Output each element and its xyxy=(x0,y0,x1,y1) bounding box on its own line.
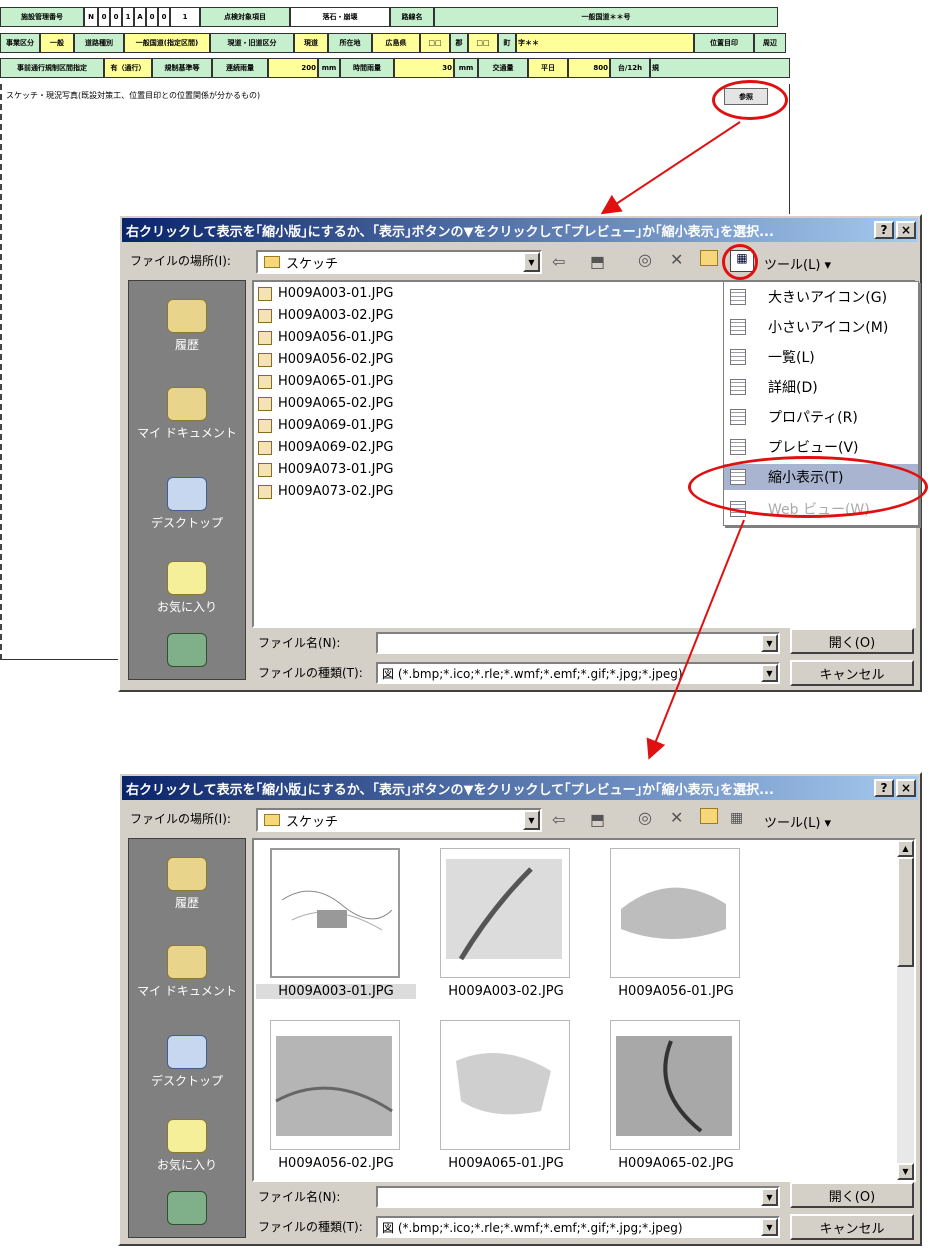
arrow-to-thumbnails xyxy=(646,519,745,760)
annotation-arrows xyxy=(600,121,745,760)
arrow-to-dialog xyxy=(600,121,741,215)
